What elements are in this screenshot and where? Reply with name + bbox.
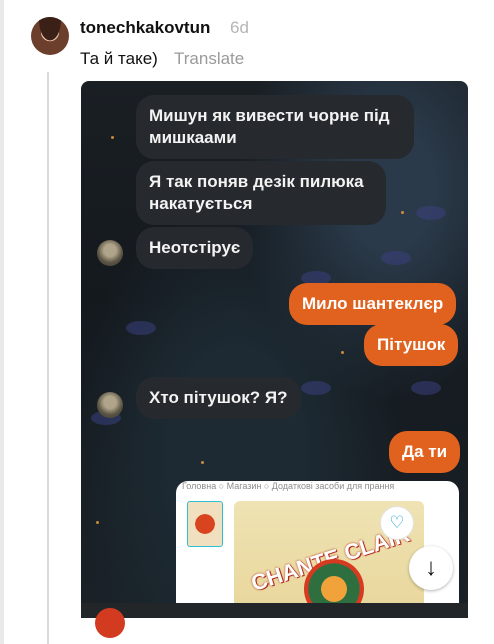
comment-time: 6d <box>230 18 249 37</box>
chat-message-outgoing: Мило шантеклєр <box>289 283 457 325</box>
left-edge <box>0 0 4 644</box>
chat-input-bar <box>81 603 468 618</box>
arrow-down-icon[interactable]: ↓ <box>409 546 453 590</box>
breadcrumb: Головна ○ Магазин ○ Додаткові засоби для… <box>182 481 395 491</box>
avatar[interactable] <box>31 17 69 55</box>
chat-message-incoming: Мишун як вивести чорне під мишкаами <box>136 95 414 159</box>
sender-avatar <box>97 240 123 266</box>
chat-message-incoming: Я так поняв дезік пилюка накатується <box>136 161 386 225</box>
comment-text: Та й таке) <box>80 49 158 68</box>
translate-link[interactable]: Translate <box>174 49 244 69</box>
sender-avatar <box>97 392 123 418</box>
product-thumbnail[interactable] <box>187 501 223 547</box>
thread-line <box>47 72 49 644</box>
chat-message-outgoing: Да ти <box>389 431 461 473</box>
chat-message-outgoing: Пітушок <box>364 324 459 366</box>
chat-message-incoming: Хто пітушок? Я? <box>136 377 301 419</box>
record-button <box>95 608 125 638</box>
heart-icon[interactable]: ♡ <box>380 506 414 540</box>
chat-message-incoming: Неотстірує <box>136 227 254 269</box>
username[interactable]: tonechkakovtun <box>80 18 210 38</box>
shared-product-card[interactable]: Головна ○ Магазин ○ Додаткові засоби для… <box>176 481 459 618</box>
